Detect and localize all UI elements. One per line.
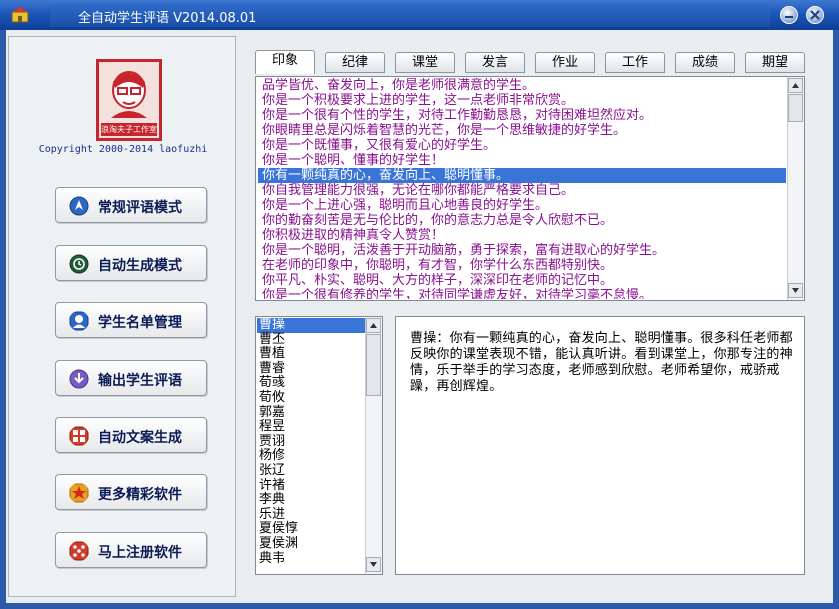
comment-item[interactable]: 你自我管理能力很强，无论在哪你都能严格要求自己。 [258, 183, 786, 198]
student-item[interactable]: 荀彧 [257, 376, 365, 391]
student-item[interactable]: 曹丕 [257, 332, 365, 348]
student-item[interactable]: 张辽 [257, 463, 365, 479]
tab-work[interactable]: 工作 [605, 52, 665, 73]
student-item[interactable]: 曹植 [257, 347, 365, 362]
nav-label: 常规评语模式 [98, 200, 182, 216]
student-item[interactable]: 曹睿 [257, 361, 365, 377]
title-bar[interactable]: 全自动学生评语 V2014.08.01 [0, 0, 839, 30]
download-icon [69, 369, 89, 389]
scroll-up-button[interactable] [366, 318, 381, 333]
logo-caption: 浪淘夫子工作室 [101, 123, 157, 136]
comment-item[interactable]: 你是一个很有个性的学生，对待工作勤勤恳恳，对待困难坦然应对。 [258, 108, 786, 123]
student-item[interactable]: 典韦 [257, 551, 365, 567]
left-panel: 浪淘夫子工作室 Copyright 2000-2014 laofuzhi 常规评… [8, 36, 236, 597]
tab-impression[interactable]: 印象 [255, 50, 315, 74]
nav-label: 输出学生评语 [98, 373, 182, 389]
comment-scrollbar[interactable] [787, 77, 804, 300]
tab-discipline[interactable]: 纪律 [325, 52, 385, 73]
student-list-box: 曹操 曹丕 曹植 曹睿 荀彧 荀攸 郭嘉 程昱 贾诩 杨修 张辽 许褚 李典 乐… [255, 316, 383, 575]
comment-item[interactable]: 你是一个很有修养的学生，对待同学谦虚友好，对待学习毫不怠慢。 [258, 288, 786, 299]
close-icon [810, 10, 820, 20]
student-item[interactable]: 郭嘉 [257, 405, 365, 421]
nav-label: 学生名单管理 [98, 315, 182, 331]
comment-item[interactable]: 你平凡、朴实、聪明、大方的样子，深深印在老师的记忆中。 [258, 273, 786, 288]
comment-item[interactable]: 你是一个积极要求上进的学生，这一点老师非常欣赏。 [258, 93, 786, 108]
history-icon [69, 254, 89, 274]
tab-expectation[interactable]: 期望 [745, 52, 805, 73]
category-tabs: 印象 纪律 课堂 发言 作业 工作 成绩 期望 [255, 50, 805, 76]
comment-item[interactable]: 你的勤奋刻苦是无与伦比的，你的意志力总是令人欣慰不已。 [258, 213, 786, 228]
nav-label: 更多精彩软件 [98, 487, 182, 503]
studio-logo: 浪淘夫子工作室 [96, 59, 162, 141]
normal-mode-button[interactable]: 常规评语模式 [55, 187, 207, 223]
auto-copywriting-button[interactable]: 自动文案生成 [55, 417, 207, 453]
portrait-icon [111, 71, 147, 118]
student-list[interactable]: 曹操 曹丕 曹植 曹睿 荀彧 荀攸 郭嘉 程昱 贾诩 杨修 张辽 许褚 李典 乐… [257, 318, 365, 573]
arrow-up-icon [792, 83, 799, 88]
comment-item[interactable]: 你是一个既懂事，又很有爱心的好学生。 [258, 138, 786, 153]
scroll-down-button[interactable] [366, 557, 381, 572]
student-item[interactable]: 程昱 [257, 420, 365, 435]
dice-icon [69, 541, 89, 561]
student-scrollbar[interactable] [365, 317, 382, 574]
comment-item[interactable]: 你是一个上进心强，聪明而且心地善良的好学生。 [258, 198, 786, 213]
star-icon [69, 483, 89, 503]
comment-preview-text[interactable]: 曹操：你有一颗纯真的心，奋发向上、聪明懂事。很多科任老师都反映你的课堂表现不错，… [410, 331, 800, 395]
comment-item[interactable]: 在老师的印象中，你聪明，有才智，你学什么东西都特别快。 [258, 258, 786, 273]
student-item[interactable]: 许褚 [257, 478, 365, 494]
student-item[interactable]: 贾诩 [257, 434, 365, 450]
arrow-down-icon [792, 288, 799, 293]
nav-label: 自动生成模式 [98, 258, 182, 274]
comment-item[interactable]: 你是一个聪明，活泼善于开动脑筋，勇于探索，富有进取心的好学生。 [258, 243, 786, 258]
comment-list-box: 品学皆优、奋发向上，你是老师很满意的学生。 你是一个积极要求上进的学生，这一点老… [255, 76, 805, 301]
student-item[interactable]: 李典 [257, 493, 365, 508]
comment-item[interactable]: 你是一个聪明、懂事的好学生！ [258, 153, 786, 168]
tab-homework[interactable]: 作业 [535, 52, 595, 73]
arrow-down-icon [370, 562, 377, 567]
tab-classroom[interactable]: 课堂 [395, 52, 455, 73]
close-button[interactable] [806, 6, 824, 24]
copyright-text: Copyright 2000-2014 laofuzhi [38, 144, 208, 155]
comment-list[interactable]: 品学皆优、奋发向上，你是老师很满意的学生。 你是一个积极要求上进的学生，这一点老… [258, 78, 786, 299]
tab-speaking[interactable]: 发言 [465, 52, 525, 73]
scroll-down-button[interactable] [788, 283, 803, 298]
more-software-button[interactable]: 更多精彩软件 [55, 474, 207, 510]
register-button[interactable]: 马上注册软件 [55, 532, 207, 568]
comment-preview-box[interactable]: 曹操：你有一颗纯真的心，奋发向上、聪明懂事。很多科任老师都反映你的课堂表现不错，… [395, 316, 805, 575]
app-window: 全自动学生评语 V2014.08.01 浪淘夫子工作室 Copyright 20… [0, 0, 839, 609]
student-list-button[interactable]: 学生名单管理 [55, 302, 207, 338]
arrow-up-icon [370, 323, 377, 328]
nav-label: 自动文案生成 [98, 430, 182, 446]
student-icon [69, 311, 89, 331]
student-item[interactable]: 夏侯渊 [257, 536, 365, 552]
nav-label: 马上注册软件 [98, 545, 182, 561]
scroll-thumb[interactable] [366, 334, 381, 396]
tab-grades[interactable]: 成绩 [675, 52, 735, 73]
student-item[interactable]: 夏侯惇 [257, 522, 365, 537]
app-icon[interactable] [10, 6, 30, 24]
comment-item[interactable]: 你眼睛里总是闪烁着智慧的光芒，你是一个思维敏捷的好学生。 [258, 123, 786, 138]
scroll-up-button[interactable] [788, 78, 803, 93]
window-title: 全自动学生评语 V2014.08.01 [78, 11, 257, 26]
comment-item[interactable]: 品学皆优、奋发向上，你是老师很满意的学生。 [258, 78, 786, 93]
client-area: 浪淘夫子工作室 Copyright 2000-2014 laofuzhi 常规评… [6, 30, 833, 603]
auto-generate-button[interactable]: 自动生成模式 [55, 245, 207, 281]
student-item[interactable]: 荀攸 [257, 390, 365, 406]
document-grid-icon [69, 426, 89, 446]
export-comments-button[interactable]: 输出学生评语 [55, 360, 207, 396]
minimize-button[interactable] [780, 6, 798, 24]
comment-item[interactable]: 你积极进取的精神真令人赞赏！ [258, 228, 786, 243]
scroll-thumb[interactable] [788, 94, 803, 122]
compass-icon [69, 196, 89, 216]
minimize-icon [785, 16, 793, 18]
student-item[interactable]: 杨修 [257, 449, 365, 464]
comment-item-selected[interactable]: 你有一颗纯真的心，奋发向上、聪明懂事。 [258, 168, 786, 183]
student-item-selected[interactable]: 曹操 [257, 318, 365, 333]
